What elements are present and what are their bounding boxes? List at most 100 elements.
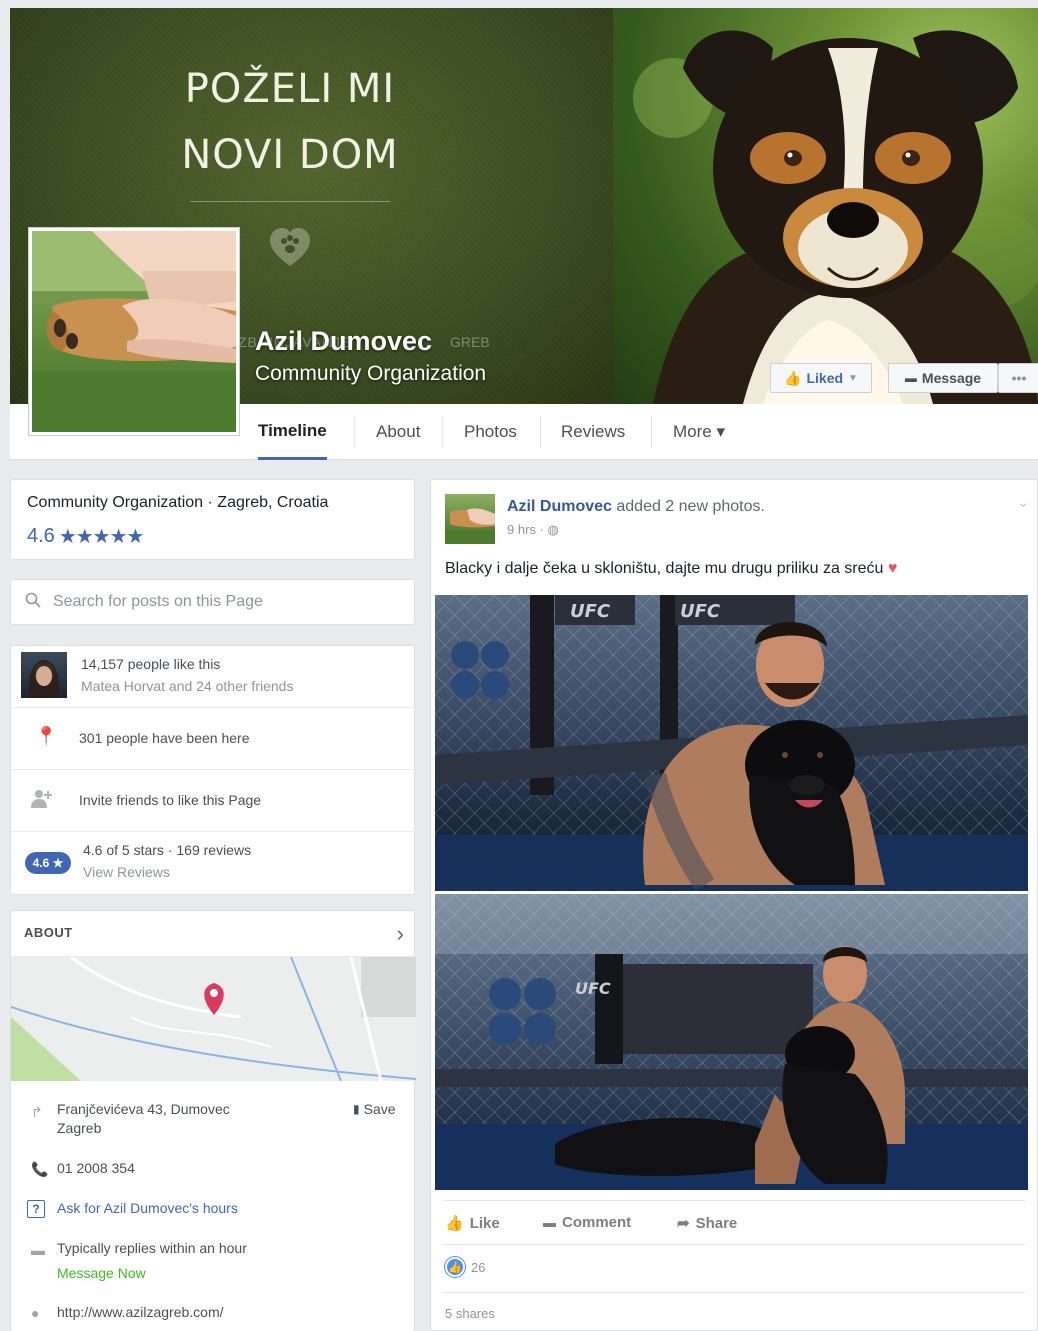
rating-text: 4.6 of 5 stars · 169 reviews [83, 842, 252, 858]
liked-label: Liked [806, 370, 844, 386]
liked-button[interactable]: 👍 Liked ▼ [770, 363, 872, 393]
paw-heart-icon [270, 228, 310, 266]
rating-summary[interactable]: 4.6 ★★★★★ [27, 524, 145, 549]
cover-title-line1: POŽELI MI [184, 66, 396, 112]
invite-row[interactable]: Invite friends to like this Page [11, 770, 416, 832]
photo2-ufc-text: UFC [575, 979, 611, 998]
post-author-avatar[interactable] [445, 494, 495, 544]
page-name[interactable]: Azil Dumovec [255, 326, 432, 357]
friend-avatar [21, 652, 67, 698]
profile-picture[interactable] [28, 227, 240, 436]
phone-icon: 📞 [31, 1161, 49, 1177]
post-divider [443, 1200, 1025, 1201]
dog-photo [613, 8, 1038, 404]
likes-row[interactable]: 14,157 people like this Matea Horvat and… [11, 646, 416, 708]
save-label: Save [363, 1101, 396, 1117]
post-actions: 👍 Like ▬ Comment ➦ Share [431, 1208, 1037, 1242]
about-card: ABOUT › ↱ Franjčevićeva 43, Dumovec Zagr… [10, 910, 416, 1331]
about-header[interactable]: ABOUT › [11, 911, 416, 957]
tab-divider [651, 416, 652, 448]
share-label: Share [695, 1214, 738, 1232]
bookmark-icon: ▮ [353, 1102, 360, 1116]
post-photo-2[interactable]: UFC [435, 894, 1028, 1190]
more-options-button[interactable]: ••• [998, 363, 1038, 393]
tab-about[interactable]: About [376, 404, 420, 460]
thumbs-up-icon: 👍 [445, 1215, 464, 1232]
address-line1[interactable]: Franjčevićeva 43, Dumovec [57, 1101, 230, 1117]
chat-bubble-icon: ▬ [31, 1242, 45, 1258]
location-pin-icon: 📍 [35, 726, 58, 746]
post-photo-1[interactable]: UFC UFC [435, 595, 1028, 891]
reviews-row[interactable]: 4.6 ★ 4.6 of 5 stars · 169 reviews View … [11, 832, 416, 896]
friends-who-like[interactable]: Matea Horvat and 24 other friends [81, 678, 293, 694]
message-button[interactable]: ▬ Message [888, 363, 998, 393]
cover-overlay-right: GREB [450, 334, 490, 350]
tab-photos[interactable]: Photos [464, 404, 517, 460]
post-divider [443, 1244, 1025, 1245]
tab-divider [354, 416, 355, 448]
post-message: Blacky i dalje čeka u skloništu, dajte m… [445, 560, 884, 577]
checkins-count: 301 people have been here [79, 730, 250, 746]
question-icon: ? [27, 1200, 45, 1218]
location-map[interactable] [11, 957, 416, 1081]
hand-paw-illustration [32, 231, 236, 432]
search-input[interactable] [53, 593, 393, 611]
star-rating-icon: ★★★★★ [58, 526, 145, 548]
reactions-summary[interactable]: 👍 26 [445, 1257, 485, 1277]
comment-button[interactable]: ▬ Comment [543, 1214, 631, 1231]
post-author-link[interactable]: Azil Dumovec [507, 498, 612, 515]
website-link[interactable]: http://www.azilzagreb.com/ [57, 1304, 224, 1320]
like-button[interactable]: 👍 Like [445, 1214, 500, 1233]
save-location-button[interactable]: ▮ Save [353, 1101, 396, 1117]
address-line2[interactable]: Zagreb [57, 1120, 101, 1136]
about-title: ABOUT [24, 925, 73, 940]
directions-icon: ↱ [31, 1104, 43, 1120]
checkins-row: 📍 301 people have been here [11, 708, 416, 770]
ask-hours-link[interactable]: Ask for Azil Dumovec's hours [57, 1200, 238, 1216]
rating-badge: 4.6 ★ [25, 852, 71, 874]
tab-more[interactable]: More ▾ [673, 404, 725, 460]
chevron-right-icon: › [396, 921, 404, 946]
globe-icon: ● [31, 1305, 40, 1321]
rating-value: 4.6 [27, 525, 55, 547]
tab-timeline[interactable]: Timeline [258, 404, 327, 460]
tab-divider [540, 416, 541, 448]
timeline-post: Azil Dumovec added 2 new photos. 9 hrs ·… [430, 479, 1038, 1331]
like-label: Like [469, 1214, 500, 1232]
post-text: Blacky i dalje čeka u skloništu, dajte m… [445, 560, 897, 578]
caret-down-icon: ▼ [848, 372, 858, 384]
message-label: Message [921, 370, 982, 386]
share-button[interactable]: ➦ Share [677, 1214, 738, 1233]
cover-title-line2: NOVI DOM [181, 132, 399, 178]
category-location[interactable]: Community Organization · Zagreb, Croatia [27, 494, 328, 512]
thumbs-up-icon: 👍 [784, 369, 802, 386]
post-divider [443, 1292, 1025, 1293]
phone-number[interactable]: 01 2008 354 [57, 1160, 135, 1176]
reactions-count: 26 [471, 1259, 486, 1275]
page-summary-card: Community Organization · Zagreb, Croatia… [10, 479, 415, 560]
view-reviews-link[interactable]: View Reviews [83, 864, 170, 880]
post-options-chevron-icon[interactable]: ⌄ [1017, 494, 1029, 511]
invite-friends-link[interactable]: Invite friends to like this Page [79, 792, 261, 808]
likes-count: 14,157 people like this [81, 656, 221, 672]
message-bubble-icon: ▬ [904, 371, 917, 385]
page-category[interactable]: Community Organization [255, 362, 486, 386]
post-timestamp[interactable]: 9 hrs · ◍ [507, 522, 559, 538]
page-search[interactable] [10, 579, 415, 625]
post-time: 9 hrs · [507, 522, 548, 537]
cover-divider [190, 201, 390, 202]
dog-illustration [633, 30, 1038, 404]
heart-emoji-icon: ♥ [887, 560, 898, 577]
comment-icon: ▬ [543, 1215, 556, 1230]
shares-count[interactable]: 5 shares [445, 1306, 495, 1321]
photo1-ufc-text: UFC [570, 601, 611, 622]
tab-reviews[interactable]: Reviews [561, 404, 625, 460]
globe-icon: ◍ [547, 522, 559, 537]
page-stats-card: 14,157 people like this Matea Horvat and… [10, 645, 416, 896]
like-reaction-icon: 👍 [445, 1257, 465, 1277]
search-icon [25, 592, 41, 613]
message-now-link[interactable]: Message Now [57, 1265, 146, 1281]
post-action-text: added 2 new photos. [611, 498, 765, 515]
tab-divider [442, 416, 443, 448]
reply-time: Typically replies within an hour [57, 1240, 247, 1256]
